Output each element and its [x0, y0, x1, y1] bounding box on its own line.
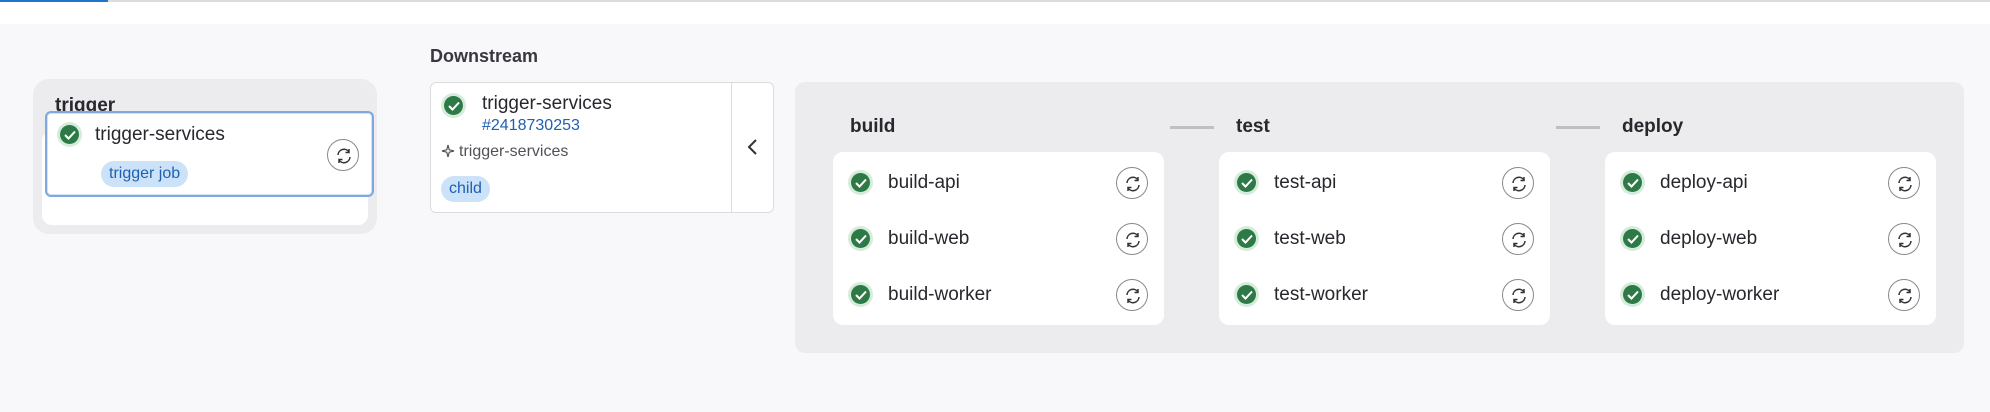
job-test-api[interactable]: test-api [1219, 155, 1550, 211]
stage-build: build build-api build-web build-worker [795, 82, 1164, 353]
downstream-pipeline-card[interactable]: trigger-services #2418730253 trigger-ser… [430, 82, 774, 213]
retry-button[interactable] [1116, 223, 1148, 255]
retry-button[interactable] [327, 139, 359, 171]
collapse-button[interactable] [732, 83, 774, 212]
retry-button[interactable] [1502, 167, 1534, 199]
check-circle-icon[interactable] [1234, 282, 1259, 307]
retry-button[interactable] [1888, 223, 1920, 255]
retry-button[interactable] [1888, 167, 1920, 199]
job-test-web[interactable]: test-web [1219, 211, 1550, 267]
job-test-worker[interactable]: test-worker [1219, 267, 1550, 323]
check-circle-icon[interactable] [1234, 226, 1259, 251]
job-build-web[interactable]: build-web [833, 211, 1164, 267]
source-job-name: trigger-services [459, 143, 569, 160]
job-name: build-worker [888, 284, 992, 305]
job-name: test-api [1274, 172, 1337, 193]
sparkle-icon [441, 144, 455, 158]
check-circle-icon[interactable] [848, 226, 873, 251]
job-deploy-web[interactable]: deploy-web [1605, 211, 1936, 267]
downstream-pipeline-id-link[interactable]: #2418730253 [482, 117, 580, 135]
retry-button[interactable] [1502, 223, 1534, 255]
job-name: test-web [1274, 228, 1346, 249]
stage-deploy: deploy deploy-api deploy-web deploy-work… [1567, 82, 1936, 353]
stage-jobs: test-api test-web test-worker [1219, 152, 1550, 325]
job-name: test-worker [1274, 284, 1368, 305]
check-circle-icon[interactable] [848, 282, 873, 307]
chevron-left-icon [747, 139, 757, 155]
trigger-job-badge: trigger job [101, 161, 189, 187]
active-tab-indicator [0, 0, 108, 2]
job-name: trigger-services [95, 124, 225, 145]
stage-jobs: build-api build-web build-worker [833, 152, 1164, 325]
source-job: trigger-services [441, 143, 568, 161]
retry-button[interactable] [1116, 167, 1148, 199]
child-pipeline-graph: build build-api build-web build-worker t… [795, 82, 1964, 353]
job-name: deploy-web [1660, 228, 1758, 249]
job-deploy-api[interactable]: deploy-api [1605, 155, 1936, 211]
pipeline-graph: trigger trigger-services trigger job Dow… [0, 24, 1990, 412]
job-name: build-web [888, 228, 970, 249]
job-trigger-services[interactable]: trigger-services trigger job [45, 111, 374, 197]
retry-button[interactable] [1116, 279, 1148, 311]
stage-jobs: deploy-api deploy-web deploy-worker [1605, 152, 1936, 325]
check-circle-icon[interactable] [1620, 282, 1645, 307]
check-circle-icon[interactable] [441, 93, 466, 118]
downstream-pipeline-name: trigger-services [482, 93, 612, 114]
stage-title: build [850, 116, 896, 137]
stage-title: deploy [1622, 116, 1684, 137]
stage-title: test [1236, 116, 1270, 137]
check-circle-icon[interactable] [1620, 226, 1645, 251]
job-name: deploy-worker [1660, 284, 1780, 305]
child-badge: child [441, 176, 490, 202]
job-build-worker[interactable]: build-worker [833, 267, 1164, 323]
retry-button[interactable] [1888, 279, 1920, 311]
downstream-title: Downstream [430, 46, 539, 66]
job-name: build-api [888, 172, 960, 193]
stage-test: test test-api test-web test-worker [1181, 82, 1550, 353]
tab-underline-bar [0, 0, 1990, 2]
check-circle-icon[interactable] [57, 122, 82, 147]
job-deploy-worker[interactable]: deploy-worker [1605, 267, 1936, 323]
retry-button[interactable] [1502, 279, 1534, 311]
job-build-api[interactable]: build-api [833, 155, 1164, 211]
check-circle-icon[interactable] [848, 170, 873, 195]
check-circle-icon[interactable] [1620, 170, 1645, 195]
check-circle-icon[interactable] [1234, 170, 1259, 195]
job-name: deploy-api [1660, 172, 1748, 193]
